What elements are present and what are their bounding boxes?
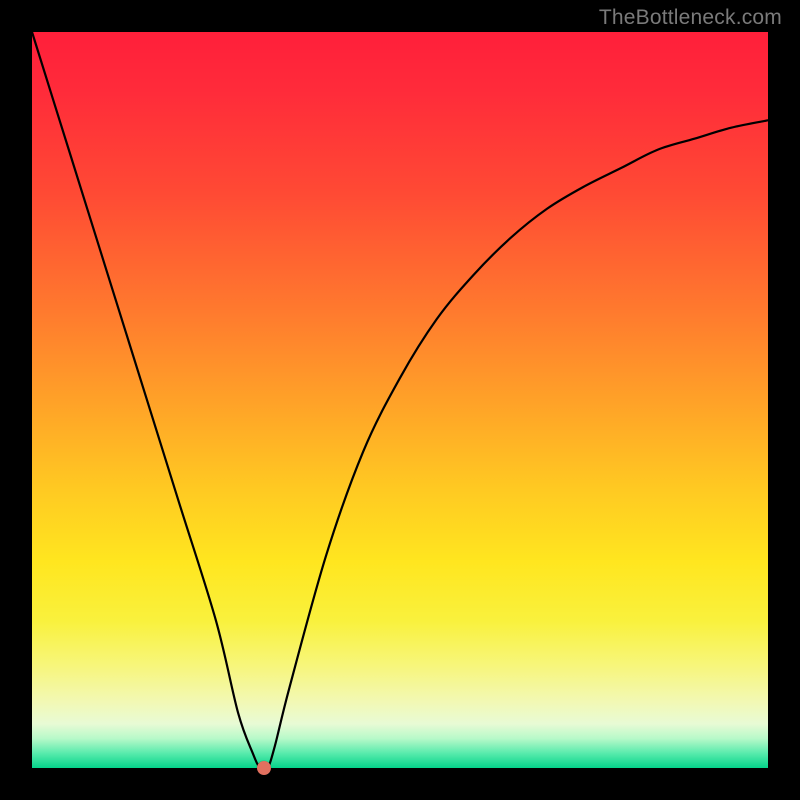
watermark-text: TheBottleneck.com xyxy=(599,6,782,30)
chart-frame: TheBottleneck.com xyxy=(0,0,800,800)
plot-area xyxy=(32,32,768,768)
bottleneck-curve xyxy=(32,32,768,768)
optimum-marker xyxy=(257,761,271,775)
